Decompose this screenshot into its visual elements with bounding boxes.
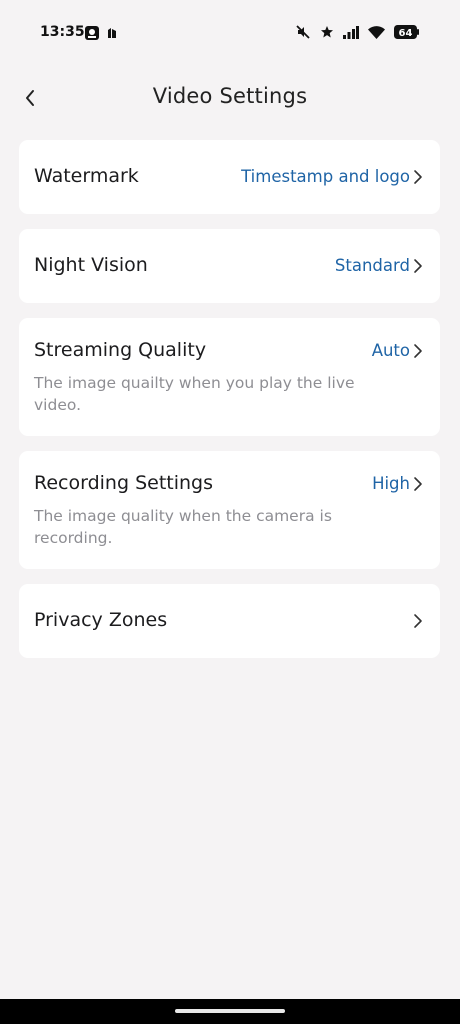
setting-value: Standard [334,256,410,275]
setting-title: Night Vision [34,254,148,276]
setting-title: Streaming Quality [34,339,207,361]
chevron-right-icon [414,344,422,358]
chevron-right-icon [414,259,422,273]
setting-privacy-zones[interactable]: Privacy Zones [19,584,440,658]
page-title: Video Settings [152,84,308,108]
setting-recording-settings[interactable]: Recording Settings High The image qualit… [19,451,440,569]
setting-value: Auto [371,341,410,360]
star-icon [320,25,334,39]
setting-night-vision[interactable]: Night Vision Standard [19,229,440,303]
chevron-right-icon [414,477,422,491]
setting-streaming-quality[interactable]: Streaming Quality Auto The image quailty… [19,318,440,436]
setting-value: Timestamp and logo [241,167,410,186]
status-bar: 13:35 64 [0,0,460,68]
setting-watermark[interactable]: Watermark Timestamp and logo [19,140,440,214]
header: Video Settings [0,76,460,120]
chevron-right-icon [414,170,422,184]
notification-icon [106,26,118,40]
mute-icon [295,24,311,40]
status-time: 13:35 [40,24,85,40]
signal-icon [343,25,359,39]
home-indicator[interactable] [175,1009,285,1013]
battery-icon: 64 [394,25,420,39]
setting-title: Recording Settings [34,472,213,494]
setting-title: Privacy Zones [34,609,168,631]
photo-icon [84,25,100,41]
battery-level: 64 [399,28,413,39]
setting-description: The image quailty when you play the live… [34,374,355,414]
settings-list: Watermark Timestamp and logo Night Visio… [19,140,440,673]
navigation-bar [0,999,460,1024]
setting-title: Watermark [34,165,139,187]
setting-value: High [372,474,410,493]
chevron-right-icon [414,614,422,628]
setting-description: The image quality when the camera is rec… [34,507,332,547]
wifi-icon [368,25,385,39]
